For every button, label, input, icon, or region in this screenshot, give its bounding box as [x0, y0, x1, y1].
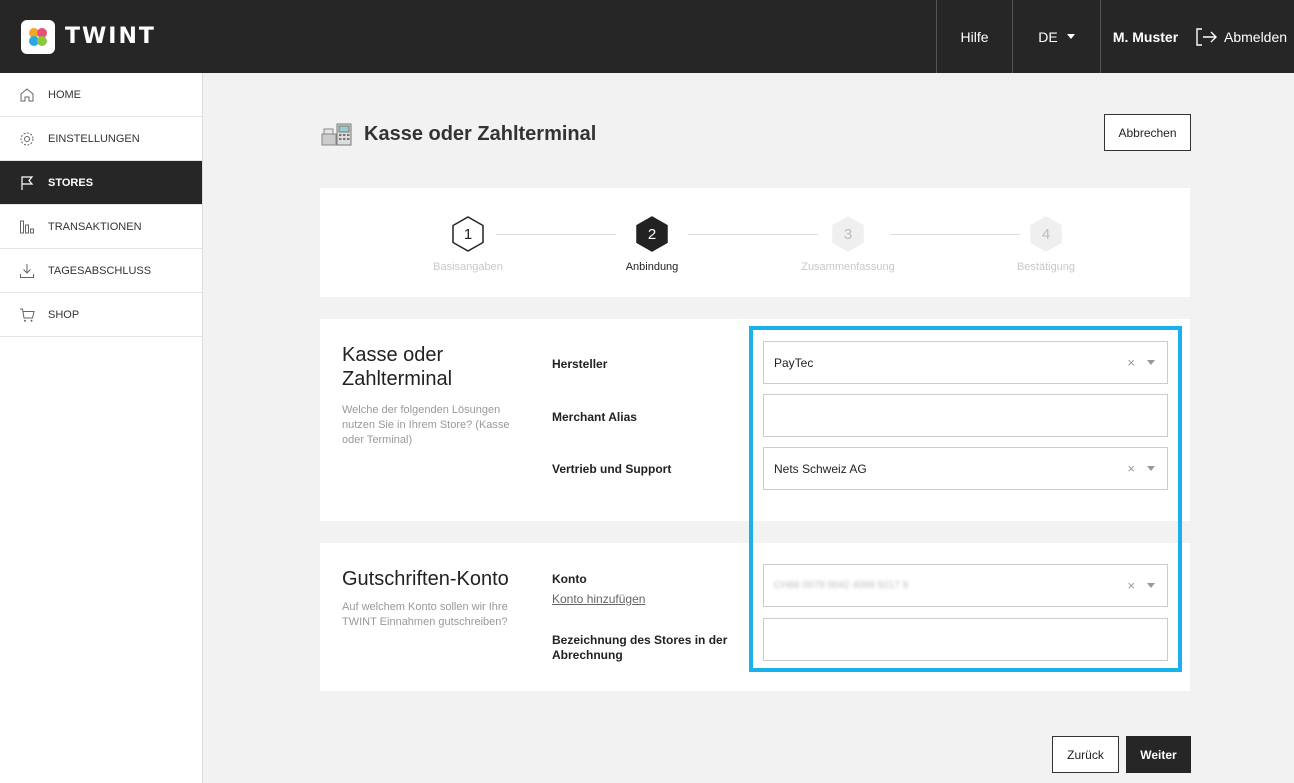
- home-icon: [18, 86, 36, 104]
- cart-icon: [18, 306, 36, 324]
- step-number: 3: [843, 225, 853, 243]
- step-hexagon: 2: [634, 216, 670, 252]
- step-4: 4 Bestätigung: [956, 216, 1136, 273]
- account-select[interactable]: CH66 0079 0042 4099 9217 9 ×: [763, 564, 1168, 607]
- step-label: Anbindung: [625, 261, 679, 273]
- logout-label: Abmelden: [1224, 28, 1288, 45]
- logo-text: TWINT: [65, 24, 156, 49]
- download-icon: [18, 262, 36, 280]
- step-number: 1: [463, 225, 473, 243]
- chevron-down-icon[interactable]: [1147, 583, 1155, 588]
- step-number: 4: [1041, 225, 1051, 243]
- account-value: CH66 0079 0042 4099 9217 9: [774, 580, 909, 591]
- step-1: 1 Basisangaben: [378, 216, 558, 273]
- step-label: Zusammenfassung: [801, 261, 895, 273]
- step-3: 3 Zusammenfassung: [758, 216, 938, 273]
- step-2: 2 Anbindung: [562, 216, 742, 273]
- back-button[interactable]: Zurück: [1052, 736, 1119, 773]
- clear-icon[interactable]: ×: [1127, 461, 1135, 476]
- account-section-title: Gutschriften-Konto: [342, 568, 509, 590]
- step-number: 2: [647, 225, 657, 243]
- top-nav: Hilfe DE M. Muster Abmelden: [936, 0, 1294, 73]
- language-dropdown[interactable]: DE: [1012, 0, 1100, 73]
- add-account-link[interactable]: Konto hinzufügen: [552, 592, 645, 606]
- clear-icon[interactable]: ×: [1127, 578, 1135, 593]
- user-menu[interactable]: M. Muster: [1100, 0, 1190, 73]
- account-label: Konto: [552, 572, 587, 586]
- gear-icon: [18, 130, 36, 148]
- top-bar: TWINT Hilfe DE M. Muster Abmelden: [0, 0, 1294, 73]
- step-hexagon: 4: [1028, 216, 1064, 252]
- terminal-section-description: Welche der folgenden Lösungen nutzen Sie…: [342, 404, 510, 446]
- chevron-down-icon[interactable]: [1147, 360, 1155, 365]
- logo[interactable]: TWINT: [21, 19, 892, 54]
- account-section-description: Auf welchem Konto sollen wir Ihre TWINT …: [342, 601, 508, 628]
- sidebar: HOME EINSTELLUNGEN STORES TRANSAKTIONEN …: [0, 73, 203, 783]
- step-label: Bestätigung: [1016, 261, 1076, 273]
- twint-logo-icon: [21, 19, 55, 54]
- terminal-icon: [321, 123, 352, 146]
- manufacturer-value: PayTec: [774, 355, 814, 370]
- merchant-alias-label: Merchant Alias: [552, 410, 637, 424]
- chevron-down-icon: [1066, 34, 1075, 39]
- sidebar-item-label: STORES: [48, 176, 94, 189]
- logout-button[interactable]: Abmelden: [1190, 0, 1294, 73]
- step-hexagon: 1: [450, 216, 486, 252]
- language-label: DE: [1038, 28, 1058, 45]
- sidebar-item-home[interactable]: HOME: [0, 73, 202, 117]
- logout-icon: [1196, 27, 1217, 46]
- terminal-card: Kasse oder Zahlterminal Welche der folge…: [320, 319, 1190, 521]
- manufacturer-select[interactable]: PayTec ×: [763, 341, 1168, 384]
- support-select[interactable]: Nets Schweiz AG ×: [763, 447, 1168, 490]
- support-value: Nets Schweiz AG: [774, 461, 867, 476]
- flag-icon: [18, 174, 36, 192]
- store-name-input[interactable]: [763, 618, 1168, 661]
- sidebar-item-transactions[interactable]: TRANSAKTIONEN: [0, 205, 202, 249]
- page-title: Kasse oder Zahlterminal: [364, 122, 597, 145]
- page-header: Kasse oder Zahlterminal: [320, 121, 596, 147]
- support-label: Vertrieb und Support: [552, 462, 672, 476]
- store-name-label: Bezeichnung des Stores in der Abrechnung: [552, 633, 728, 662]
- sidebar-item-label: TAGESABSCHLUSS: [48, 264, 152, 277]
- main-content: Kasse oder Zahlterminal Abbrechen 1 Basi…: [204, 73, 1294, 783]
- step-hexagon: 3: [830, 216, 866, 252]
- merchant-alias-input[interactable]: [763, 394, 1168, 437]
- terminal-section-title: Kasse oder Zahlterminal: [342, 344, 453, 390]
- help-link[interactable]: Hilfe: [936, 0, 1012, 73]
- step-label: Basisangaben: [433, 261, 503, 273]
- sidebar-item-label: SHOP: [48, 308, 80, 321]
- sidebar-item-label: TRANSAKTIONEN: [48, 220, 142, 233]
- bar-chart-icon: [18, 218, 36, 236]
- sidebar-item-stores[interactable]: STORES: [0, 161, 202, 205]
- sidebar-item-daily-closing[interactable]: TAGESABSCHLUSS: [0, 249, 202, 293]
- sidebar-item-label: EINSTELLUNGEN: [48, 132, 140, 145]
- cancel-button[interactable]: Abbrechen: [1104, 114, 1191, 151]
- sidebar-item-label: HOME: [48, 88, 81, 101]
- sidebar-item-shop[interactable]: SHOP: [0, 293, 202, 337]
- next-button[interactable]: Weiter: [1126, 736, 1191, 773]
- clear-icon[interactable]: ×: [1127, 355, 1135, 370]
- manufacturer-label: Hersteller: [552, 357, 608, 371]
- chevron-down-icon[interactable]: [1147, 466, 1155, 471]
- sidebar-item-settings[interactable]: EINSTELLUNGEN: [0, 117, 202, 161]
- account-card: Gutschriften-Konto Auf welchem Konto sol…: [320, 543, 1190, 691]
- stepper: 1 Basisangaben 2 Anbindung 3 Zusammenfas…: [320, 188, 1190, 297]
